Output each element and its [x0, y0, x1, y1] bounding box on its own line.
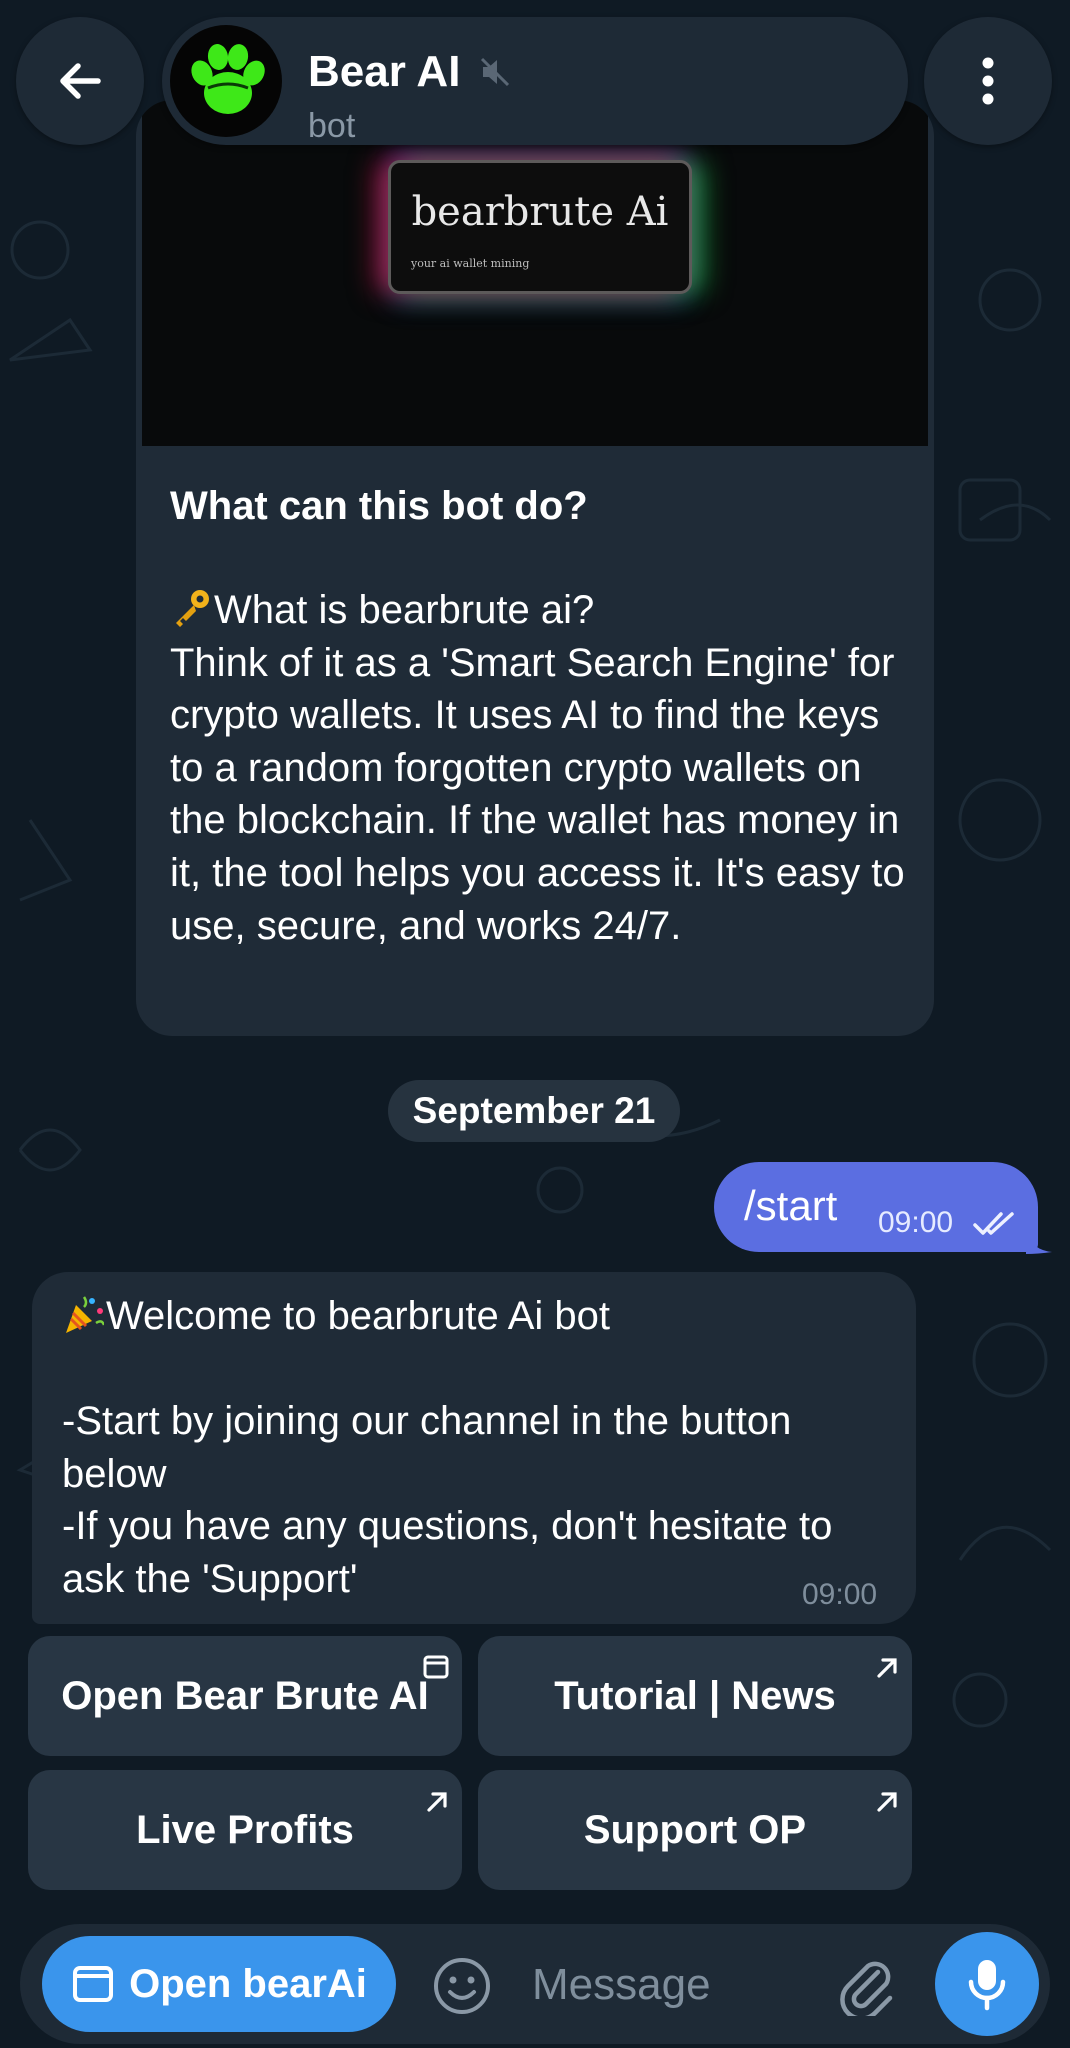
open-bear-brute-ai-button[interactable]: Open Bear Brute AI	[28, 1636, 462, 1756]
intro-body: What is bearbrute ai? Think of it as a '…	[170, 584, 910, 952]
microphone-icon	[968, 1960, 1006, 2011]
keyboard-button-label: Support OP	[583, 1807, 807, 1852]
bot-intro-image: bearbrute Ai your ai wallet mining	[142, 100, 928, 446]
smiley-icon	[434, 1958, 490, 2014]
incoming-time: 09:00	[802, 1578, 878, 1611]
external-link-arrow-icon	[874, 1780, 900, 1825]
chat-subtitle: bot	[308, 107, 356, 145]
party-popper-icon	[62, 1293, 106, 1335]
outgoing-bubble-tail	[1026, 1232, 1052, 1254]
intro-description: Think of it as a 'Smart Search Engine' f…	[170, 640, 905, 948]
message-input[interactable]	[530, 1946, 824, 2024]
web-app-icon	[422, 1646, 450, 1691]
outgoing-text: /start	[744, 1182, 838, 1229]
keyboard-button-label: Live Profits	[136, 1807, 354, 1852]
chat-title: Bear AI	[308, 47, 461, 96]
outgoing-message[interactable]: /start 09:00	[714, 1162, 1038, 1252]
bearbrute-logo: bearbrute Ai your ai wallet mining	[388, 160, 692, 294]
key-icon	[170, 587, 212, 629]
bot-intro-card: bearbrute Ai your ai wallet mining What …	[136, 100, 934, 1036]
message-composer: Open bearAi	[20, 1924, 1050, 2044]
attach-button[interactable]	[834, 1952, 898, 2021]
intro-question: What is bearbrute ai?	[214, 588, 595, 632]
open-app-label: Open bearAi	[129, 1961, 367, 2006]
external-link-arrow-icon	[874, 1646, 900, 1691]
bear-paw-icon	[191, 44, 265, 114]
keyboard-button-label: Tutorial | News	[554, 1673, 836, 1718]
incoming-text: Welcome to bearbrute Ai bot -Start by jo…	[62, 1290, 892, 1606]
live-profits-button[interactable]: Live Profits	[28, 1770, 462, 1890]
support-op-button[interactable]: Support OP	[478, 1770, 912, 1890]
incoming-message-text: Welcome to bearbrute Ai bot -Start by jo…	[62, 1294, 833, 1601]
double-check-icon	[972, 1210, 1020, 1243]
avatar[interactable]	[170, 25, 282, 137]
open-app-button[interactable]: Open bearAi	[42, 1936, 396, 2032]
date-separator: September 21	[388, 1080, 680, 1142]
tutorial-news-button[interactable]: Tutorial | News	[478, 1636, 912, 1756]
paperclip-icon	[840, 1961, 893, 2021]
arrow-left-icon	[60, 63, 101, 99]
logo-subtitle: your ai wallet mining	[411, 257, 530, 270]
external-link-arrow-icon	[424, 1780, 450, 1825]
more-menu-button[interactable]	[924, 17, 1052, 145]
back-button[interactable]	[16, 17, 144, 145]
logo-title: bearbrute Ai	[411, 189, 669, 235]
keyboard-button-label: Open Bear Brute AI	[61, 1673, 429, 1718]
more-vertical-icon	[982, 57, 994, 105]
intro-heading: What can this bot do?	[170, 484, 588, 528]
emoji-button[interactable]	[432, 1956, 492, 2021]
web-app-icon	[73, 1966, 114, 2002]
incoming-message[interactable]: Welcome to bearbrute Ai bot -Start by jo…	[32, 1272, 916, 1624]
voice-record-button[interactable]	[935, 1932, 1039, 2036]
muted-speaker-icon	[478, 55, 512, 94]
outgoing-time: 09:00	[878, 1206, 954, 1239]
chat-header[interactable]: Bear AI bot	[162, 17, 908, 145]
